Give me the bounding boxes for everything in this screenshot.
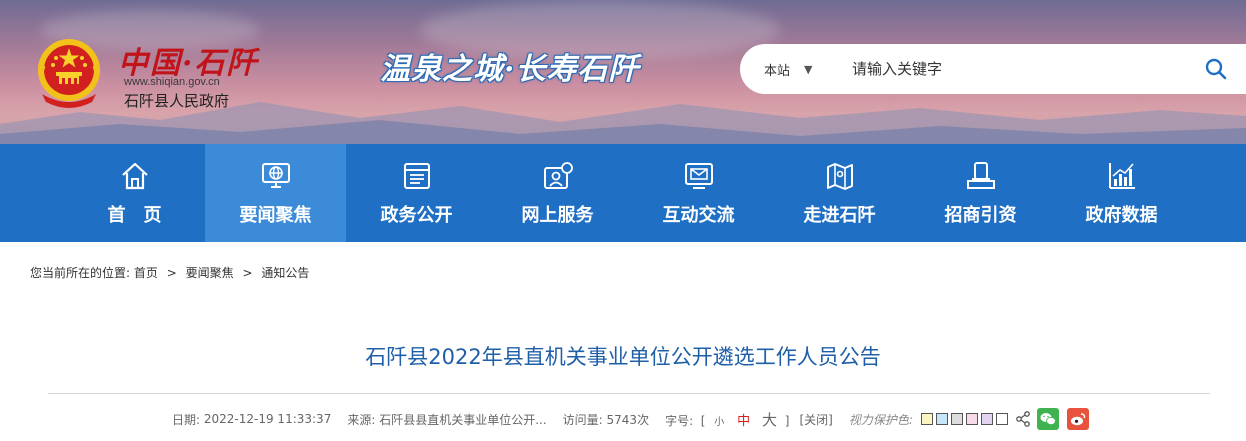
vision-protection-label: 视力保护色: [848,412,913,427]
views-label: 访问量: [562,412,603,427]
nav-label: 招商引资 [944,205,1017,226]
nav-label: 政务公开 [380,205,453,226]
source-label: 来源: [347,412,376,427]
font-size-small-button[interactable]: 小 [714,417,724,428]
national-emblem-icon [38,39,100,108]
globe-monitor-icon [261,163,290,188]
color-swatch-purple[interactable] [980,413,993,425]
color-swatch-pink[interactable] [965,413,978,425]
color-swatch-white[interactable] [995,413,1008,425]
mail-screen-icon [684,163,713,189]
briefcase-icon [966,162,995,189]
slogan: 温泉之城·长寿石阡 [380,52,640,87]
site-url: www.shiqian.gov.cn [124,76,220,88]
nav-label: 首 页 [107,205,162,226]
nav-item-interaction[interactable]: 互动交流 [628,144,769,242]
weibo-icon [1070,413,1086,426]
breadcrumb-home-link[interactable]: 首页 [134,266,158,280]
publish-date: 2022-12-19 11:33:37 [203,412,332,426]
user-service-icon [543,162,573,189]
main-nav: 首 页 要闻聚焦 政务公开 网上服务 互动交流 走进石阡 招商引资 政府数据 [0,144,1246,242]
font-size-bracket-close: ] [784,413,790,428]
color-swatch-yellow[interactable] [920,413,933,425]
search-scope-label: 本站 [764,63,791,79]
article-source: 石阡县县直机关事业单位公开... [379,412,547,427]
font-size-label: 字号: [665,413,694,428]
color-swatch-blue[interactable] [935,413,948,425]
nav-label: 互动交流 [662,205,735,226]
view-count: 5743次 [606,412,650,427]
nav-label: 走进石阡 [803,205,876,226]
font-size-control: 字号: [ 小 中 大 ] [665,409,789,430]
wechat-icon [1040,413,1056,425]
breadcrumb: 您当前所在的位置: 首页 > 要闻聚焦 > 通知公告 [30,264,309,281]
font-size-bracket-open: [ [700,413,706,428]
search-button[interactable] [1186,44,1246,94]
nav-item-online-service[interactable]: 网上服务 [487,144,628,242]
breadcrumb-separator: > [166,266,177,280]
date-label: 日期: [172,412,201,427]
header-banner: 中国·石阡 www.shiqian.gov.cn 石阡县人民政府 温泉之城·长寿… [0,0,1246,144]
article-title: 石阡县2022年县直机关事业单位公开遴选工作人员公告 [365,345,881,369]
close-page-link[interactable]: [关闭] [799,411,832,428]
breadcrumb-separator: > [242,266,253,280]
color-swatch-gray[interactable] [950,413,963,425]
caret-down-icon: ▼ [804,62,813,76]
nav-item-investment[interactable]: 招商引资 [910,144,1051,242]
font-size-medium-button[interactable]: 中 [737,414,750,429]
nav-label: 网上服务 [521,205,594,226]
home-icon [121,162,148,190]
document-list-icon [403,163,430,189]
nav-item-about[interactable]: 走进石阡 [769,144,910,242]
search-scope-dropdown[interactable]: 本站 ▼ [740,44,834,94]
article-meta-bar: 日期: 2022-12-19 11:33:37 来源: 石阡县县直机关事业单位公… [172,408,1097,430]
search-bar: 本站 ▼ [740,44,1246,94]
nav-label: 要闻聚焦 [239,205,312,226]
breadcrumb-notice-link[interactable]: 通知公告 [261,266,309,280]
bar-chart-icon [1108,163,1135,189]
share-icon[interactable] [1015,411,1031,427]
search-icon [1205,58,1227,80]
title-divider [48,393,1210,394]
nav-item-news[interactable]: 要闻聚焦 [205,144,346,242]
wechat-share-button[interactable] [1036,408,1059,430]
map-icon [826,163,853,190]
nav-label: 政府数据 [1085,205,1158,226]
nav-item-gov-affairs[interactable]: 政务公开 [346,144,487,242]
nav-item-gov-data[interactable]: 政府数据 [1051,144,1192,242]
breadcrumb-news-link[interactable]: 要闻聚焦 [186,266,234,280]
nav-item-home[interactable]: 首 页 [64,144,205,242]
site-name: 石阡县人民政府 [124,92,230,110]
font-size-large-button[interactable]: 大 [762,411,777,429]
search-input[interactable] [834,44,1186,94]
breadcrumb-prefix: 您当前所在的位置: [30,266,131,280]
weibo-share-button[interactable] [1066,408,1089,430]
